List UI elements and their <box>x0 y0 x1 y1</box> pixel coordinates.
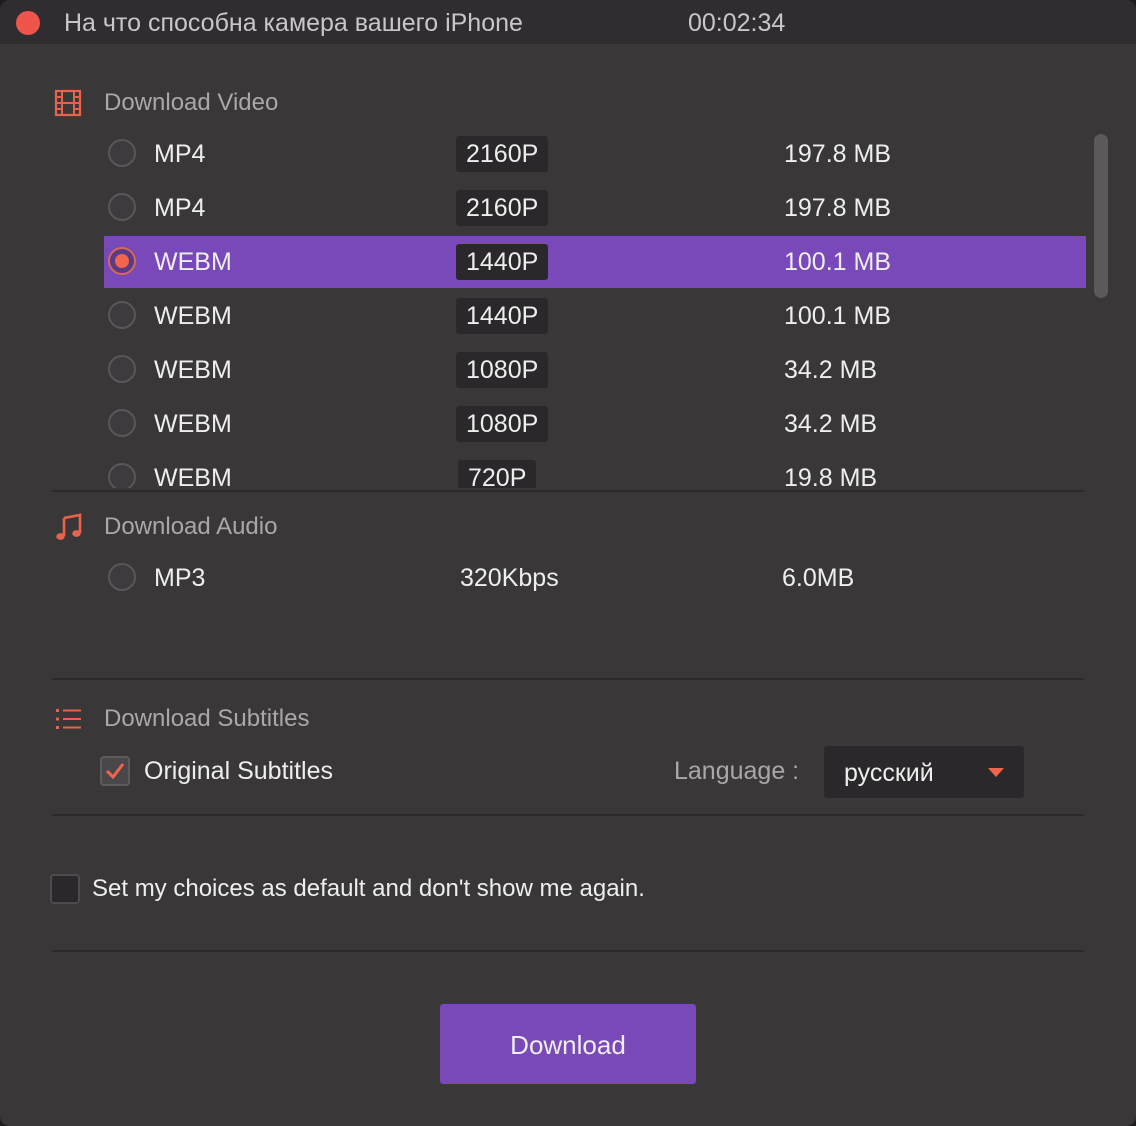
download-dialog: На что способна камера вашего iPhone 00:… <box>0 0 1136 1126</box>
subtitles-section-title: Download Subtitles <box>104 705 310 732</box>
video-list-scrollbar[interactable] <box>1094 134 1108 298</box>
video-option-radio[interactable] <box>108 355 136 383</box>
video-option-row[interactable]: WEBM 720P 19.8 MB <box>104 452 1086 488</box>
audio-option-radio[interactable] <box>108 563 136 591</box>
video-resolution-badge: 2160P <box>456 190 549 226</box>
video-section-title: Download Video <box>104 89 279 116</box>
video-format: WEBM <box>154 248 232 276</box>
divider <box>52 678 1084 680</box>
download-button[interactable]: Download <box>440 1004 696 1084</box>
audio-format: MP3 <box>154 564 206 592</box>
video-format: WEBM <box>154 464 232 488</box>
language-label: Language : <box>674 757 800 785</box>
list-icon <box>56 709 81 729</box>
radio-selected-dot <box>115 254 129 268</box>
music-note-icon <box>56 513 82 540</box>
video-format: MP4 <box>154 194 206 222</box>
original-subtitles-checkbox[interactable] <box>100 756 130 786</box>
audio-bitrate: 320Kbps <box>460 564 559 592</box>
video-option-row[interactable]: WEBM 1080P 34.2 MB <box>104 344 1086 396</box>
video-resolution-badge: 2160P <box>456 136 549 172</box>
language-select[interactable]: русский <box>824 746 1024 798</box>
divider <box>52 814 1084 816</box>
audio-file-size: 6.0MB <box>782 564 855 592</box>
divider <box>52 950 1084 952</box>
video-resolution-badge: 1440P <box>456 244 549 280</box>
video-option-radio[interactable] <box>108 301 136 329</box>
video-option-row[interactable]: MP4 2160P 197.8 MB <box>104 128 1086 180</box>
video-file-size: 34.2 MB <box>784 410 878 438</box>
audio-section-title: Download Audio <box>104 513 278 540</box>
video-file-size: 34.2 MB <box>784 356 878 384</box>
video-format: WEBM <box>154 356 232 384</box>
video-file-size: 100.1 MB <box>784 248 892 276</box>
video-title: На что способна камера вашего iPhone <box>64 9 523 37</box>
video-file-size: 197.8 MB <box>784 194 892 222</box>
video-options-list[interactable]: MP4 2160P 197.8 MB MP4 2160P 197.8 MB WE… <box>0 128 1136 488</box>
title-bar: На что способна камера вашего iPhone 00:… <box>0 0 1136 44</box>
checkmark-icon <box>105 763 125 780</box>
video-option-row[interactable]: WEBM 1440P 100.1 MB <box>104 290 1086 342</box>
video-duration: 00:02:34 <box>688 9 786 37</box>
video-format: WEBM <box>154 410 232 438</box>
film-icon <box>54 89 82 117</box>
video-option-row[interactable]: WEBM 1080P 34.2 MB <box>104 398 1086 450</box>
close-window-button[interactable] <box>16 11 40 35</box>
video-file-size: 197.8 MB <box>784 140 892 168</box>
video-format: WEBM <box>154 302 232 330</box>
video-option-radio-selected[interactable] <box>108 247 136 275</box>
video-resolution-badge: 1080P <box>456 352 549 388</box>
dropdown-arrow-icon <box>988 768 1004 777</box>
video-option-radio[interactable] <box>108 193 136 221</box>
set-default-label: Set my choices as default and don't show… <box>92 875 645 902</box>
language-selected-value: русский <box>844 759 934 787</box>
video-option-row[interactable]: MP4 2160P 197.8 MB <box>104 182 1086 234</box>
original-subtitles-label: Original Subtitles <box>144 757 333 785</box>
video-option-radio[interactable] <box>108 139 136 167</box>
video-option-radio[interactable] <box>108 409 136 437</box>
set-default-checkbox[interactable] <box>50 874 80 904</box>
audio-option-row[interactable]: MP3 320Kbps 6.0MB <box>104 552 1086 604</box>
video-option-radio[interactable] <box>108 463 136 488</box>
video-file-size: 100.1 MB <box>784 302 892 330</box>
video-resolution-badge: 1080P <box>456 406 549 442</box>
video-format: MP4 <box>154 140 206 168</box>
video-resolution-badge: 720P <box>458 460 537 488</box>
video-option-row-selected[interactable]: WEBM 1440P 100.1 MB <box>104 236 1086 288</box>
video-file-size: 19.8 MB <box>784 464 878 488</box>
divider <box>52 490 1084 492</box>
video-resolution-badge: 1440P <box>456 298 549 334</box>
